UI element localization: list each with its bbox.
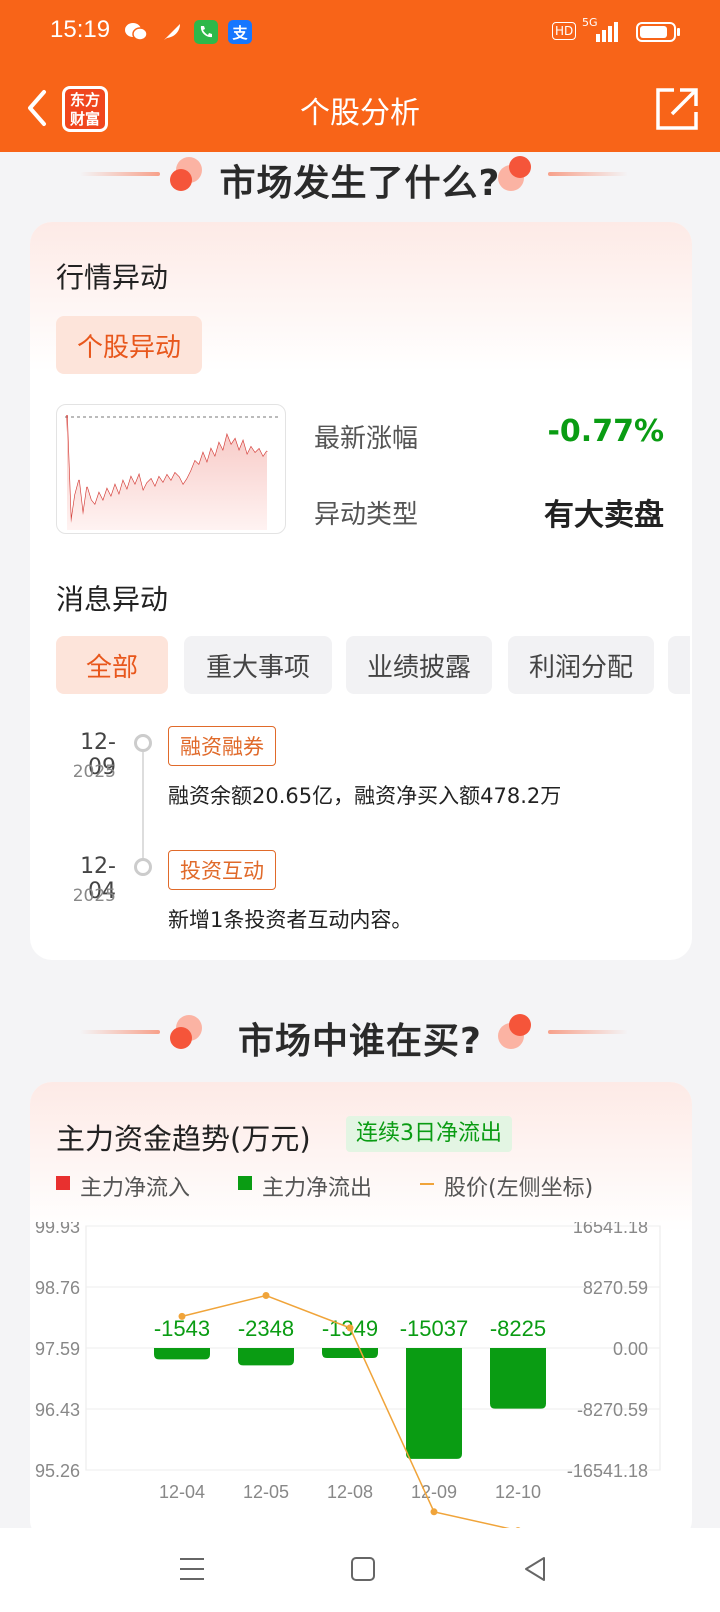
y-right-tick-label: -8270.59: [577, 1400, 648, 1420]
alipay-icon: 支: [228, 20, 252, 44]
system-nav-bar: [0, 1528, 720, 1612]
net-outflow-bar: [154, 1348, 210, 1360]
timeline-dot: [134, 858, 152, 876]
section-header-what-happened: 市场发生了什么?: [0, 148, 720, 208]
tab-more-partial[interactable]: [668, 636, 690, 694]
y-right-tick-label: -16541.18: [567, 1461, 648, 1481]
x-tick-label: 12-09: [411, 1482, 457, 1502]
move-type-label: 异动类型: [314, 500, 419, 530]
section-title: 市场中谁在买?: [238, 1021, 482, 1062]
net-outflow-badge: 连续3日净流出: [346, 1116, 512, 1152]
x-tick-label: 12-05: [243, 1482, 289, 1502]
x-tick-label: 12-10: [495, 1482, 541, 1502]
status-time: 15:19: [50, 16, 111, 43]
status-bar: 15:19 支 HD 5G: [0, 0, 720, 64]
signal-icon: 5G: [582, 16, 622, 44]
y-right-tick-label: 16541.18: [573, 1222, 648, 1237]
phone-app-icon: [194, 20, 218, 44]
section-header-who-buys: 市场中谁在买?: [0, 1006, 720, 1066]
header-line-right: [548, 1030, 628, 1034]
price-point: [262, 1291, 270, 1299]
news-year: 2025: [72, 886, 116, 906]
header-line-right: [548, 172, 628, 176]
wechat-icon: [124, 20, 148, 44]
price-point: [430, 1508, 438, 1516]
price-point: [346, 1324, 354, 1332]
section-title: 市场发生了什么?: [219, 163, 501, 204]
news-move-title: 消息异动: [56, 583, 169, 616]
share-button[interactable]: [654, 86, 700, 132]
y-left-tick-label: 95.26: [35, 1461, 80, 1481]
menu-icon[interactable]: [178, 1556, 206, 1582]
tab-major-events[interactable]: 重大事项: [184, 636, 332, 694]
net-outflow-bar: [406, 1348, 462, 1459]
chart-svg: 99.93 16541.18 98.76 8270.59 97.59 0.00 96.43 -…: [35, 1217, 661, 1535]
news-text[interactable]: 融资余额20.65亿，融资净买入额478.2万: [168, 780, 561, 810]
y-left-tick-label: 97.59: [35, 1339, 80, 1359]
stock-move-chip[interactable]: 个股异动: [56, 316, 202, 374]
latest-change-value: -0.77%: [547, 414, 664, 449]
fund-trend-chart[interactable]: 99.93 16541.18 98.76 8270.59 97.59 0.00 96.43 -…: [30, 1217, 690, 1535]
price-point: [178, 1312, 186, 1320]
net-outflow-bar: [490, 1348, 546, 1409]
back-nav-icon[interactable]: [522, 1556, 548, 1582]
tab-all[interactable]: 全部: [56, 636, 168, 694]
page-title: 个股分析: [300, 96, 420, 131]
y-left-tick-label: 96.43: [35, 1400, 80, 1420]
feather-icon: [160, 20, 184, 44]
decor-ball-right: [498, 156, 531, 191]
battery-icon: [636, 22, 680, 42]
latest-change-label: 最新涨幅: [314, 424, 419, 454]
net-outflow-bar: [238, 1348, 294, 1366]
x-tick-label: 12-08: [327, 1482, 373, 1502]
x-tick-label: 12-04: [159, 1482, 205, 1502]
y-right-tick-label: 0.00: [613, 1339, 648, 1359]
mini-chart-svg: [65, 414, 279, 530]
legend-outflow-swatch: [238, 1176, 252, 1190]
y-right-tick-label: 8270.59: [583, 1278, 648, 1298]
legend-outflow-label: 主力净流出: [262, 1176, 373, 1201]
market-move-title: 行情异动: [56, 261, 169, 294]
legend-price-label: 股价(左侧坐标): [444, 1176, 594, 1201]
y-left-tick-label: 98.76: [35, 1278, 80, 1298]
bar-data-label: -15037: [400, 1316, 469, 1341]
legend-inflow-swatch: [56, 1176, 70, 1190]
y-left-tick-label: 99.93: [35, 1222, 80, 1237]
fund-trend-title: 主力资金趋势(万元): [56, 1122, 311, 1156]
news-text[interactable]: 新增1条投资者互动内容。: [168, 904, 412, 934]
mini-price-area: [67, 415, 267, 530]
hd-indicator: HD: [552, 22, 577, 40]
timeline-dot: [134, 734, 152, 752]
bar-data-label: -2348: [238, 1316, 294, 1341]
news-tag[interactable]: 投资互动: [168, 850, 276, 890]
move-type-value: 有大卖盘: [544, 498, 664, 533]
intraday-mini-chart[interactable]: [56, 404, 286, 534]
tab-profit-distribution[interactable]: 利润分配: [508, 636, 654, 694]
legend-price-swatch: [420, 1183, 434, 1185]
net-outflow-bar: [322, 1348, 378, 1358]
tab-earnings[interactable]: 业绩披露: [346, 636, 492, 694]
legend-inflow-label: 主力净流入: [80, 1176, 191, 1201]
timeline-line: [142, 752, 144, 862]
decor-ball-right: [498, 1014, 531, 1049]
bar-data-label: -8225: [490, 1316, 546, 1341]
home-icon[interactable]: [350, 1556, 376, 1582]
news-tag[interactable]: 融资融券: [168, 726, 276, 766]
news-year: 2025: [72, 762, 116, 782]
